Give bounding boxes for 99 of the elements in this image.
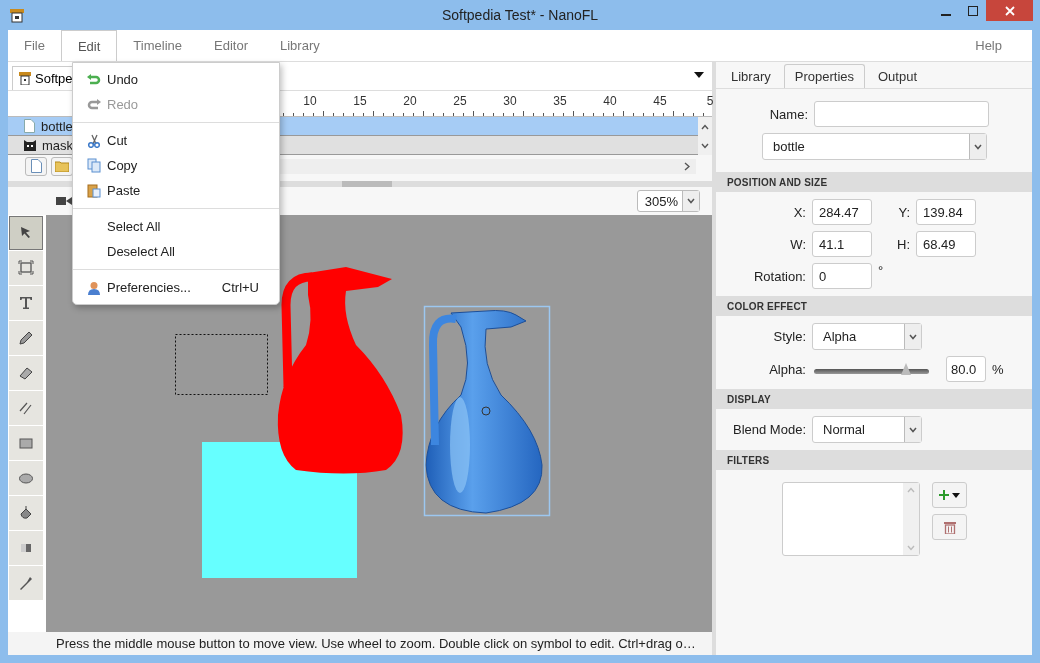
menu-entry[interactable]: Deselect All	[73, 239, 279, 264]
pivot-point[interactable]	[481, 406, 491, 416]
trash-icon	[943, 520, 956, 534]
number-field[interactable]: 41.1	[812, 231, 872, 257]
ruler-number: 45	[653, 94, 667, 108]
zoom-dropdown[interactable]: 305%	[636, 190, 700, 212]
panel-tab[interactable]: Properties	[783, 64, 865, 88]
field-label: Style:	[772, 329, 806, 344]
blend-mode-dropdown[interactable]: Normal	[812, 416, 922, 443]
undo-icon	[87, 73, 101, 86]
menu-entry[interactable]: Paste	[73, 178, 279, 203]
window-title: Softpedia Test* - NanoFL	[441, 7, 599, 23]
transform-icon	[17, 259, 35, 277]
redo-icon	[87, 98, 101, 111]
number-field[interactable]: 139.84	[916, 199, 976, 225]
app-icon	[9, 7, 25, 23]
tool-button[interactable]	[9, 216, 43, 250]
user-icon	[87, 280, 101, 295]
scissors-icon	[87, 133, 101, 148]
scroll-right-icon[interactable]	[684, 161, 690, 171]
ruler-number: 35	[553, 94, 567, 108]
caret-icon	[909, 333, 917, 340]
panel-tab[interactable]: Output	[867, 64, 929, 88]
field-label: Blend Mode:	[732, 422, 806, 437]
ruler-number: 5	[706, 94, 714, 108]
caret-icon	[687, 198, 695, 204]
scroll-down-icon[interactable]	[701, 142, 709, 149]
menu-item[interactable]: Editor	[198, 30, 264, 61]
caret-icon	[909, 426, 917, 433]
document-icon	[19, 72, 31, 85]
pencil-icon	[17, 329, 35, 347]
alpha-field[interactable]: 80.0	[946, 356, 986, 382]
style-dropdown[interactable]: Alpha	[812, 323, 922, 350]
percent-unit: %	[992, 361, 1004, 377]
file-icon	[24, 119, 35, 133]
number-field[interactable]: 0	[812, 263, 872, 289]
name-field[interactable]	[814, 101, 989, 127]
layer-name: mask	[42, 137, 74, 153]
add-filter-button[interactable]	[932, 482, 967, 508]
file-icon	[30, 159, 42, 173]
close-icon	[1004, 5, 1015, 16]
dashed-rectangle[interactable]	[175, 334, 268, 395]
caret-icon	[974, 143, 982, 150]
ruler-number: 25	[453, 94, 467, 108]
number-field[interactable]: 284.47	[812, 199, 872, 225]
tool-button[interactable]	[9, 531, 43, 565]
plus-icon	[938, 490, 961, 500]
scroll-up-icon[interactable]	[701, 123, 709, 130]
menu-item[interactable]: Library	[264, 30, 336, 61]
field-label: W:	[789, 236, 806, 252]
text-icon	[17, 294, 35, 312]
section-header: DISPLAY	[716, 389, 1032, 409]
tool-button[interactable]	[9, 426, 43, 460]
menu-item[interactable]: File	[8, 30, 61, 61]
folder-button[interactable]	[51, 156, 73, 176]
field-label: Name:	[768, 106, 808, 122]
dropdown-icon[interactable]	[694, 72, 704, 78]
ruler-number: 40	[603, 94, 617, 108]
field-label: X:	[792, 204, 806, 220]
tool-button[interactable]	[9, 496, 43, 530]
number-field[interactable]: 68.49	[916, 231, 976, 257]
menu-entry[interactable]: Preferencies... Ctrl+U	[73, 275, 279, 300]
field-label: Y:	[897, 204, 910, 220]
tool-button[interactable]	[9, 461, 43, 495]
ruler-number: 10	[303, 94, 317, 108]
field-label: H:	[896, 236, 910, 252]
menu-entry[interactable]: Copy	[73, 153, 279, 178]
tool-button[interactable]	[9, 321, 43, 355]
layer-name: bottle	[41, 118, 73, 134]
ruler-number: 15	[353, 94, 367, 108]
ruler-number: 20	[403, 94, 417, 108]
tool-button[interactable]	[9, 251, 43, 285]
ruler-number: 30	[503, 94, 517, 108]
degree-unit: °	[878, 263, 884, 278]
symbol-dropdown[interactable]: bottle	[762, 133, 987, 160]
section-header: COLOR EFFECT	[716, 296, 1032, 316]
tool-button[interactable]	[9, 286, 43, 320]
panel-tab[interactable]: Library	[720, 64, 782, 88]
slider-thumb[interactable]	[901, 363, 911, 375]
new-layer-button[interactable]	[25, 156, 47, 176]
delete-filter-button[interactable]	[932, 514, 967, 540]
minimize-icon	[940, 13, 951, 16]
status-text: Press the middle mouse button to move view. Use wheel to zoom. Double click on symbol to edit. Ctrl+drag o…	[56, 636, 696, 651]
camera-icon	[56, 196, 72, 206]
section-header: FILTERS	[716, 450, 1032, 470]
paste-icon	[87, 183, 101, 198]
folder-icon	[55, 160, 69, 172]
tool-button[interactable]	[9, 356, 43, 390]
field-label: Rotation:	[752, 268, 806, 284]
section-header: POSITION AND SIZE	[716, 172, 1032, 192]
menu-entry[interactable]: Select All	[73, 214, 279, 239]
menu-item[interactable]: Edit	[60, 30, 118, 61]
menu-item[interactable]: Help	[959, 30, 1018, 61]
copy-icon	[87, 158, 101, 173]
menu-item[interactable]: Timeline	[117, 30, 198, 61]
maximize-icon	[967, 5, 978, 16]
close-button[interactable]	[986, 0, 1033, 21]
field-label: Alpha:	[768, 361, 806, 377]
mask-icon	[24, 139, 36, 151]
